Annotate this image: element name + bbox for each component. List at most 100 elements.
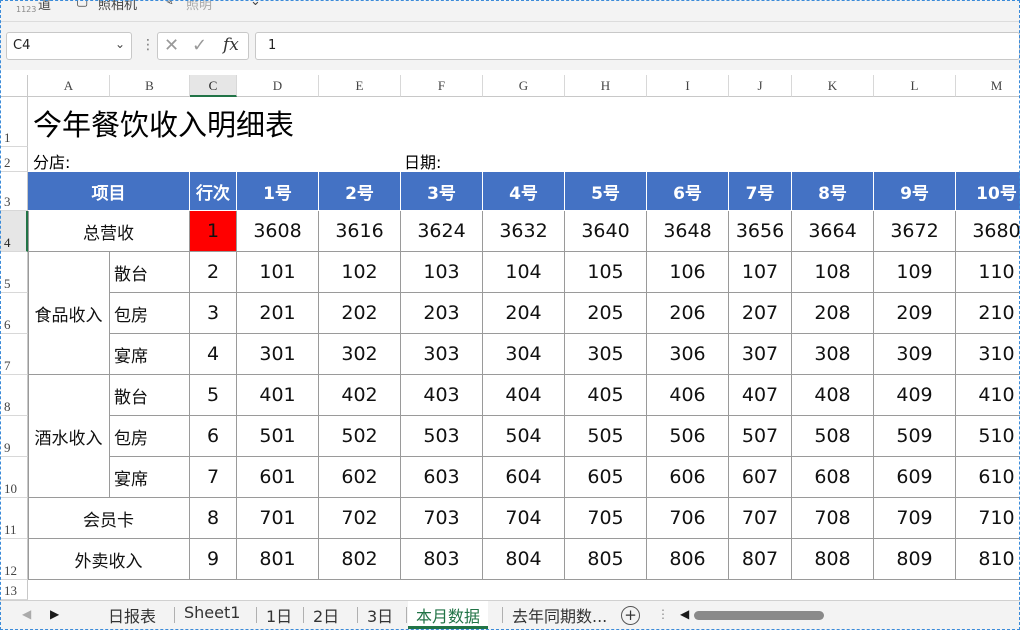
value-cell[interactable]: 103: [401, 252, 483, 293]
value-cell[interactable]: 204: [483, 293, 565, 334]
value-cell[interactable]: 702: [319, 498, 401, 539]
value-cell[interactable]: 105: [565, 252, 647, 293]
line-number-cell[interactable]: 7: [190, 457, 237, 498]
header-day[interactable]: 3号: [401, 172, 483, 211]
header-day[interactable]: 10号: [956, 172, 1020, 211]
value-cell[interactable]: 405: [565, 375, 647, 416]
value-cell[interactable]: 402: [319, 375, 401, 416]
value-cell[interactable]: 604: [483, 457, 565, 498]
row-header-10[interactable]: 10: [0, 457, 28, 498]
value-cell[interactable]: 410: [956, 375, 1020, 416]
value-cell[interactable]: 201: [237, 293, 319, 334]
group-label-drinks[interactable]: 酒水收入: [28, 375, 110, 498]
value-cell[interactable]: 109: [874, 252, 956, 293]
header-day[interactable]: 9号: [874, 172, 956, 211]
next-sheet-icon[interactable]: ▶: [50, 607, 59, 621]
formula-input[interactable]: 1: [255, 32, 1020, 60]
row-sublabel[interactable]: 宴席: [110, 334, 190, 375]
value-cell[interactable]: 504: [483, 416, 565, 457]
value-cell[interactable]: 809: [874, 539, 956, 580]
value-cell[interactable]: 605: [565, 457, 647, 498]
header-day[interactable]: 4号: [483, 172, 565, 211]
value-cell[interactable]: 501: [237, 416, 319, 457]
horizontal-scrollbar[interactable]: [694, 611, 824, 620]
line-number-cell[interactable]: 3: [190, 293, 237, 334]
value-cell[interactable]: 607: [729, 457, 792, 498]
sheet-tab[interactable]: 去年同期数...: [504, 601, 615, 626]
value-cell[interactable]: 803: [401, 539, 483, 580]
value-cell[interactable]: 107: [729, 252, 792, 293]
value-cell[interactable]: 3632: [483, 211, 565, 252]
chevron-down-icon[interactable]: ⌄: [250, 0, 261, 9]
value-cell[interactable]: 208: [792, 293, 874, 334]
value-cell[interactable]: 108: [792, 252, 874, 293]
value-cell[interactable]: 101: [237, 252, 319, 293]
header-item[interactable]: 项目: [28, 172, 190, 211]
line-number-cell[interactable]: 9: [190, 539, 237, 580]
value-cell[interactable]: 3664: [792, 211, 874, 252]
column-header-j[interactable]: J: [729, 75, 792, 97]
brush-icon[interactable]: ✎: [163, 0, 174, 9]
header-day[interactable]: 7号: [729, 172, 792, 211]
value-cell[interactable]: 507: [729, 416, 792, 457]
value-cell[interactable]: 503: [401, 416, 483, 457]
column-header-i[interactable]: I: [647, 75, 729, 97]
value-cell[interactable]: 708: [792, 498, 874, 539]
value-cell[interactable]: 306: [647, 334, 729, 375]
value-cell[interactable]: 706: [647, 498, 729, 539]
scroll-left-icon[interactable]: ◀: [680, 607, 689, 621]
row-header-13[interactable]: 13: [0, 580, 28, 600]
value-cell[interactable]: 609: [874, 457, 956, 498]
row-header-6[interactable]: 6: [0, 293, 28, 334]
value-cell[interactable]: 3672: [874, 211, 956, 252]
column-header-l[interactable]: L: [874, 75, 956, 97]
value-cell[interactable]: 707: [729, 498, 792, 539]
group-label-food[interactable]: 食品收入: [28, 252, 110, 375]
sheet-tab[interactable]: 2日: [305, 601, 347, 626]
value-cell[interactable]: 801: [237, 539, 319, 580]
row-label[interactable]: 总营收: [28, 211, 190, 252]
row-header-12[interactable]: 12: [0, 539, 28, 580]
value-cell[interactable]: 508: [792, 416, 874, 457]
value-cell[interactable]: 603: [401, 457, 483, 498]
value-cell[interactable]: 304: [483, 334, 565, 375]
toolbar-item-light[interactable]: 照明: [186, 0, 212, 13]
value-cell[interactable]: 205: [565, 293, 647, 334]
value-cell[interactable]: 202: [319, 293, 401, 334]
cancel-icon[interactable]: ✕: [164, 35, 179, 56]
value-cell[interactable]: 3608: [237, 211, 319, 252]
value-cell[interactable]: 310: [956, 334, 1020, 375]
row-sublabel[interactable]: 宴席: [110, 457, 190, 498]
value-cell[interactable]: 209: [874, 293, 956, 334]
value-cell[interactable]: 303: [401, 334, 483, 375]
row-header-9[interactable]: 9: [0, 416, 28, 457]
add-sheet-button[interactable]: +: [621, 606, 640, 625]
toolbar-item-0[interactable]: 道: [38, 0, 51, 13]
column-header-e[interactable]: E: [319, 75, 401, 97]
column-header-f[interactable]: F: [401, 75, 483, 97]
sheet-tab[interactable]: 1日: [258, 601, 300, 626]
value-cell[interactable]: 805: [565, 539, 647, 580]
value-cell[interactable]: 705: [565, 498, 647, 539]
value-cell[interactable]: 407: [729, 375, 792, 416]
select-all-corner[interactable]: [0, 75, 28, 97]
column-header-g[interactable]: G: [483, 75, 565, 97]
column-header-d[interactable]: D: [237, 75, 319, 97]
sheet-tab[interactable]: 日报表: [100, 601, 164, 626]
value-cell[interactable]: 206: [647, 293, 729, 334]
value-cell[interactable]: 305: [565, 334, 647, 375]
header-day[interactable]: 6号: [647, 172, 729, 211]
value-cell[interactable]: 704: [483, 498, 565, 539]
row-header-3[interactable]: 3: [0, 172, 28, 211]
value-cell[interactable]: 3624: [401, 211, 483, 252]
row-sublabel[interactable]: 散台: [110, 252, 190, 293]
value-cell[interactable]: 710: [956, 498, 1020, 539]
value-cell[interactable]: 403: [401, 375, 483, 416]
value-cell[interactable]: 309: [874, 334, 956, 375]
value-cell[interactable]: 807: [729, 539, 792, 580]
value-cell[interactable]: 308: [792, 334, 874, 375]
value-cell[interactable]: 408: [792, 375, 874, 416]
header-day[interactable]: 2号: [319, 172, 401, 211]
value-cell[interactable]: 401: [237, 375, 319, 416]
column-header-a[interactable]: A: [28, 75, 110, 97]
